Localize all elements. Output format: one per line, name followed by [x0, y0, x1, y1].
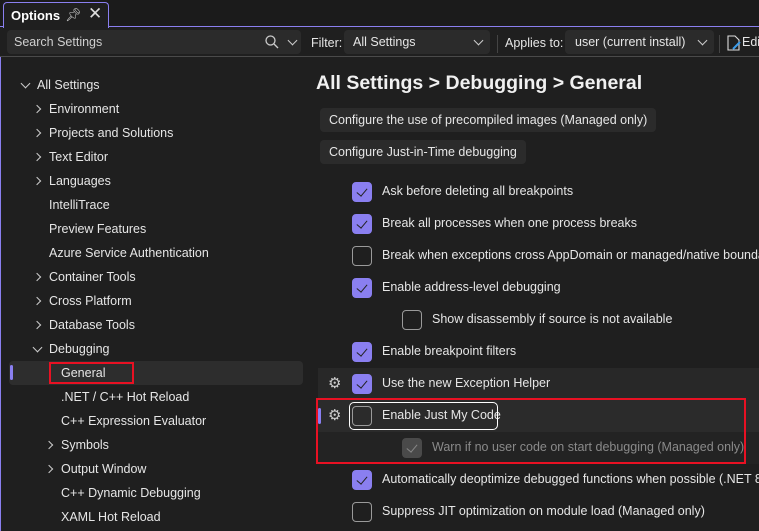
chevron-down-icon[interactable] — [287, 35, 298, 46]
tree-item[interactable]: Azure Service Authentication — [49, 242, 209, 264]
pin-icon[interactable]: 📌︎ — [65, 7, 82, 23]
tree-item[interactable]: C++ Dynamic Debugging — [61, 482, 201, 504]
checkbox[interactable] — [352, 342, 372, 362]
setting-label: Automatically deoptimize debugged functi… — [382, 472, 759, 486]
setting-label: Suppress JIT optimization on module load… — [382, 504, 705, 518]
edit-json-button[interactable]: Edit — [727, 34, 759, 52]
edit-file-icon — [727, 35, 741, 51]
chevron-right-icon[interactable] — [32, 296, 42, 306]
setting-row: Break when exceptions cross AppDomain or… — [318, 240, 759, 272]
chevron-right-icon[interactable] — [44, 440, 54, 450]
tree-item[interactable]: All Settings — [37, 74, 100, 96]
chevron-down-icon — [697, 35, 708, 46]
checkbox[interactable] — [352, 278, 372, 298]
tab-bar — [0, 0, 759, 27]
applies-to-value: user (current install) — [575, 35, 686, 49]
setting-label: Ask before deleting all breakpoints — [382, 184, 574, 198]
applies-to-dropdown[interactable]: user (current install) — [565, 30, 714, 54]
highlight-box — [316, 398, 746, 464]
setting-row: Automatically deoptimize debugged functi… — [318, 464, 759, 496]
chevron-right-icon[interactable] — [32, 272, 42, 282]
divider — [719, 35, 720, 53]
chevron-right-icon[interactable] — [32, 152, 42, 162]
chevron-right-icon[interactable] — [32, 104, 42, 114]
tree-item[interactable]: Preview Features — [49, 218, 146, 240]
setting-row: Show disassembly if source is not availa… — [318, 304, 759, 336]
tree-item[interactable]: Environment — [49, 98, 119, 120]
setting-label: Use the new Exception Helper — [382, 376, 551, 390]
chevron-down-icon[interactable] — [20, 78, 31, 89]
tree-item[interactable]: Projects and Solutions — [49, 122, 173, 144]
tree-item[interactable]: Symbols — [61, 434, 109, 456]
setting-row: Ask before deleting all breakpoints — [318, 176, 759, 208]
gear-icon[interactable]: ⚙ — [328, 376, 343, 391]
edit-label: Edit — [742, 35, 759, 49]
tree-item[interactable]: Cross Platform — [49, 290, 132, 312]
chevron-down-icon[interactable] — [32, 342, 43, 353]
filter-value: All Settings — [353, 35, 416, 49]
page-title: All Settings > Debugging > General — [316, 72, 643, 94]
filter-label: Filter: — [311, 36, 343, 50]
tree-item[interactable]: XAML Hot Reload — [61, 506, 161, 528]
search-icon[interactable] — [265, 35, 279, 49]
checkbox[interactable] — [352, 470, 372, 490]
checkbox[interactable] — [352, 502, 372, 522]
chevron-down-icon — [473, 35, 484, 46]
checkbox[interactable] — [352, 246, 372, 266]
setting-row: Enable breakpoint filters — [318, 336, 759, 368]
checkbox[interactable] — [352, 374, 372, 394]
tree-item[interactable]: Container Tools — [49, 266, 136, 288]
tree-item[interactable]: Output Window — [61, 458, 146, 480]
checkbox[interactable] — [402, 310, 422, 330]
setting-label: Show disassembly if source is not availa… — [432, 312, 673, 326]
tab-options[interactable]: Options 📌︎ ✕ — [3, 2, 109, 28]
chevron-right-icon[interactable] — [44, 464, 54, 474]
setting-label: Break all processes when one process bre… — [382, 216, 637, 230]
close-icon[interactable]: ✕ — [88, 4, 102, 24]
search-placeholder: Search Settings — [14, 35, 103, 49]
setting-row: Break all processes when one process bre… — [318, 208, 759, 240]
tree-item[interactable]: Database Tools — [49, 314, 135, 336]
tree-item[interactable]: C++ Expression Evaluator — [61, 410, 206, 432]
setting-label: Enable address-level debugging — [382, 280, 561, 294]
toolbar: Search Settings Filter: All Settings App… — [0, 28, 759, 57]
tree-item[interactable]: General — [61, 362, 105, 384]
tree-item[interactable]: IntelliTrace — [49, 194, 110, 216]
selection-indicator — [10, 365, 13, 380]
checkbox[interactable] — [352, 214, 372, 234]
tree-item[interactable]: Text Editor — [49, 146, 108, 168]
chevron-right-icon[interactable] — [32, 128, 42, 138]
tree-item[interactable]: .NET / C++ Hot Reload — [61, 386, 189, 408]
search-input[interactable]: Search Settings — [7, 30, 301, 54]
tree-item[interactable]: Languages — [49, 170, 111, 192]
left-border — [0, 57, 1, 531]
tab-title: Options — [11, 8, 61, 23]
setting-label: Enable breakpoint filters — [382, 344, 517, 358]
divider — [497, 35, 498, 53]
applies-to-label: Applies to: — [505, 36, 564, 50]
tree-item[interactable]: Debugging — [49, 338, 109, 360]
chevron-right-icon[interactable] — [32, 176, 42, 186]
setting-label: Break when exceptions cross AppDomain or… — [382, 248, 759, 262]
chevron-right-icon[interactable] — [32, 320, 42, 330]
setting-row: Suppress JIT optimization on module load… — [318, 496, 759, 528]
checkbox[interactable] — [352, 182, 372, 202]
setting-row: ⚙ Use the new Exception Helper — [318, 368, 759, 400]
filter-dropdown[interactable]: All Settings — [344, 30, 490, 54]
configure-jit-debugging-button[interactable]: Configure Just-in-Time debugging — [320, 140, 526, 164]
configure-precompiled-images-button[interactable]: Configure the use of precompiled images … — [320, 108, 657, 132]
setting-row: Enable address-level debugging — [318, 272, 759, 304]
